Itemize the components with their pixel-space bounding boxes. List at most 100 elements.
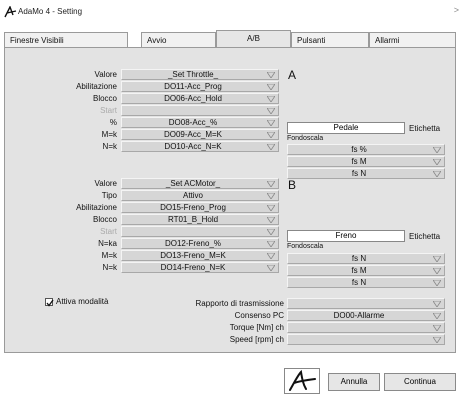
attiva-modalita-checkbox[interactable] xyxy=(45,298,54,307)
transmission-dropdown-1[interactable]: DO00-Allarme xyxy=(287,310,445,321)
section-a-dropdown-2[interactable]: DO06-Acc_Hold xyxy=(121,93,279,104)
section-b-dropdown-5-value: DO12-Freno_% xyxy=(164,239,222,248)
label-b-input[interactable]: Freno xyxy=(287,230,405,242)
section-a-row-label: Blocco xyxy=(92,94,117,103)
title-bar: AdaMo 4 - Setting > xyxy=(0,0,461,24)
adamo-footer-logo xyxy=(284,368,320,394)
section-a-row-label: % xyxy=(109,118,117,127)
section-b-dropdown-6[interactable]: DO13-Freno_M=K xyxy=(121,250,279,261)
dropdown-arrow-icon xyxy=(267,241,275,247)
tab-ab[interactable]: A/B xyxy=(216,30,291,48)
fondoscala-a-dropdown-2-value: fs N xyxy=(351,169,367,178)
dropdown-arrow-icon xyxy=(267,108,275,114)
fondoscala-b-dropdown-2[interactable]: fs N xyxy=(287,277,445,288)
label-b-caption: Etichetta xyxy=(409,232,441,241)
dropdown-arrow-icon xyxy=(433,159,441,165)
section-a-dropdown-3[interactable] xyxy=(121,105,279,116)
transmission-row-label: Consenso PC xyxy=(234,311,284,320)
dropdown-arrow-icon xyxy=(267,229,275,235)
fondoscala-a-dropdown-0-value: fs % xyxy=(351,145,367,154)
tab-pulsanti[interactable]: Pulsanti xyxy=(291,32,369,48)
transmission-dropdown-0[interactable] xyxy=(287,298,445,309)
fondoscala-b-dropdown-0[interactable]: fs N xyxy=(287,253,445,264)
section-b-dropdown-3-value: RT01_B_Hold xyxy=(167,215,219,224)
tab-allarmi[interactable]: Allarmi xyxy=(369,32,456,48)
fondoscala-b-dropdown-1[interactable]: fs M xyxy=(287,265,445,276)
attiva-modalita-label: Attiva modalità xyxy=(56,297,109,306)
dropdown-arrow-icon xyxy=(433,280,441,286)
window-title: AdaMo 4 - Setting xyxy=(18,7,83,16)
fondoscala-a-dropdown-2[interactable]: fs N xyxy=(287,168,445,179)
section-b-dropdown-2[interactable]: DO15-Freno_Prog xyxy=(121,202,279,213)
section-a-dropdown-1[interactable]: DO11-Acc_Prog xyxy=(121,81,279,92)
section-b-row-label: Tipo xyxy=(101,191,117,200)
transmission-dropdown-3[interactable] xyxy=(287,334,445,345)
section-b-row-label: Blocco xyxy=(92,215,117,224)
fondoscala-b-label: Fondoscala xyxy=(287,243,324,250)
dropdown-arrow-icon xyxy=(267,84,275,90)
section-a-letter: A xyxy=(288,68,297,82)
section-a-row-label: Valore xyxy=(94,70,117,79)
section-b-row-label: N=ka xyxy=(98,239,117,248)
section-a-dropdown-0[interactable]: _Set Throttle_ xyxy=(121,69,279,80)
section-a-row-label: N=k xyxy=(102,142,117,151)
section-a-dropdown-4-value: DO08-Acc_% xyxy=(168,118,218,127)
dropdown-arrow-icon xyxy=(267,193,275,199)
section-b-row-label: Valore xyxy=(94,179,117,188)
label-a-input[interactable]: Pedale xyxy=(287,122,405,134)
tab-finestre-visibili[interactable]: Finestre Visibili xyxy=(4,32,128,48)
dropdown-arrow-icon xyxy=(433,301,441,307)
section-b-dropdown-3[interactable]: RT01_B_Hold xyxy=(121,214,279,225)
section-a-dropdown-5-value: DO09-Acc_M=K xyxy=(163,130,223,139)
fondoscala-a-dropdown-0[interactable]: fs % xyxy=(287,144,445,155)
dropdown-arrow-icon xyxy=(267,265,275,271)
fondoscala-a-label: Fondoscala xyxy=(287,135,324,142)
dropdown-arrow-icon xyxy=(267,132,275,138)
transmission-row-label: Speed [rpm] ch xyxy=(229,335,284,344)
dropdown-arrow-icon xyxy=(267,181,275,187)
dropdown-arrow-icon xyxy=(267,205,275,211)
cancel-button[interactable]: Annulla xyxy=(328,373,380,391)
section-a-row-label: Abilitazione xyxy=(76,82,117,91)
chevron-right-icon: > xyxy=(453,5,459,15)
fondoscala-a-dropdown-1[interactable]: fs M xyxy=(287,156,445,167)
adamo-logo-icon xyxy=(289,369,316,391)
section-a-dropdown-4[interactable]: DO08-Acc_% xyxy=(121,117,279,128)
adamo-logo-icon xyxy=(4,6,17,18)
fondoscala-b-dropdown-0-value: fs N xyxy=(351,254,367,263)
dropdown-arrow-icon xyxy=(433,325,441,331)
fondoscala-b-dropdown-2-value: fs N xyxy=(351,278,367,287)
dropdown-arrow-icon xyxy=(433,268,441,274)
section-b-dropdown-4[interactable] xyxy=(121,226,279,237)
continue-button[interactable]: Continua xyxy=(384,373,456,391)
transmission-dropdown-1-value: DO00-Allarme xyxy=(333,311,385,320)
section-b-dropdown-0-value: _Set ACMotor_ xyxy=(165,179,221,188)
dropdown-arrow-icon xyxy=(267,144,275,150)
dropdown-arrow-icon xyxy=(267,253,275,259)
label-a-caption: Etichetta xyxy=(409,124,441,133)
dropdown-arrow-icon xyxy=(433,337,441,343)
dropdown-arrow-icon xyxy=(433,313,441,319)
section-b-dropdown-0[interactable]: _Set ACMotor_ xyxy=(121,178,279,189)
section-b-letter: B xyxy=(288,178,297,192)
check-icon xyxy=(46,299,54,307)
section-b-dropdown-1[interactable]: Attivo xyxy=(121,190,279,201)
section-b-dropdown-5[interactable]: DO12-Freno_% xyxy=(121,238,279,249)
section-b-dropdown-6-value: DO13-Freno_M=K xyxy=(160,251,226,260)
section-b-row-label: Abilitazione xyxy=(76,203,117,212)
section-a-dropdown-6-value: DO10-Acc_N=K xyxy=(164,142,222,151)
section-b-row-label: M=k xyxy=(101,251,117,260)
section-a-dropdown-6[interactable]: DO10-Acc_N=K xyxy=(121,141,279,152)
section-b-dropdown-7[interactable]: DO14-Freno_N=K xyxy=(121,262,279,273)
section-a-dropdown-5[interactable]: DO09-Acc_M=K xyxy=(121,129,279,140)
section-a-row-label: Start xyxy=(100,106,117,115)
fondoscala-b-dropdown-1-value: fs M xyxy=(351,266,367,275)
dropdown-arrow-icon xyxy=(433,147,441,153)
section-b-dropdown-2-value: DO15-Freno_Prog xyxy=(160,203,226,212)
transmission-row-label: Rapporto di trasmissione xyxy=(195,299,284,308)
dropdown-arrow-icon xyxy=(267,217,275,223)
transmission-dropdown-2[interactable] xyxy=(287,322,445,333)
section-a-dropdown-0-value: _Set Throttle_ xyxy=(167,70,219,79)
tab-avvio[interactable]: Avvio xyxy=(141,32,216,48)
section-b-row-label: Start xyxy=(100,227,117,236)
